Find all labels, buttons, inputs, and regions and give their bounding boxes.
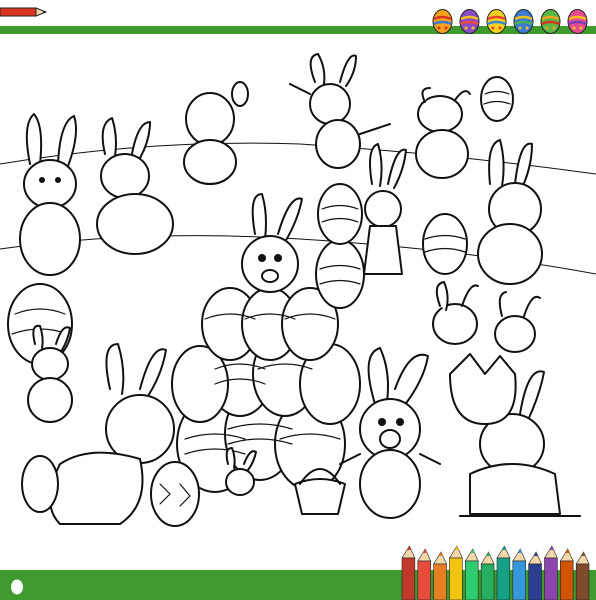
cracked-egg-shell <box>449 353 517 425</box>
pencil-7 <box>496 545 511 600</box>
colored-pencils-icon <box>401 545 590 600</box>
bunny-top-left <box>19 113 81 276</box>
decorative-egg-row <box>432 8 588 34</box>
pencil-9 <box>528 551 542 600</box>
pencil-4 <box>448 545 463 600</box>
bunny-right-sitting <box>477 139 543 285</box>
blue-egg-icon <box>513 9 534 34</box>
pink-egg-icon <box>567 9 588 34</box>
bunny-center-large <box>241 193 303 293</box>
pencil-10 <box>543 545 558 600</box>
purple-egg-icon <box>459 9 480 34</box>
pencil-5 <box>464 548 479 600</box>
bunny-coloring-scene <box>0 53 596 527</box>
bunny-with-egg-left <box>96 117 174 255</box>
green-egg-icon <box>540 9 561 34</box>
bunny-flying-top-right <box>415 87 471 179</box>
red-pencil-icon <box>0 7 48 17</box>
pencil-1 <box>401 545 416 600</box>
pencil-2 <box>417 548 432 600</box>
yellow-egg-icon <box>486 9 507 34</box>
bunnies-right-pair <box>432 281 541 353</box>
bunny-top-center <box>183 81 249 185</box>
top-bar <box>0 0 596 44</box>
white-egg-icon <box>11 579 23 595</box>
pencil-6 <box>480 551 495 600</box>
pencil-3 <box>433 551 447 600</box>
bunny-center-right-small <box>363 143 407 275</box>
pencil-12 <box>575 551 590 600</box>
pencil-11 <box>559 548 574 600</box>
orange-egg-icon <box>432 9 453 34</box>
pencil-8 <box>512 548 527 600</box>
